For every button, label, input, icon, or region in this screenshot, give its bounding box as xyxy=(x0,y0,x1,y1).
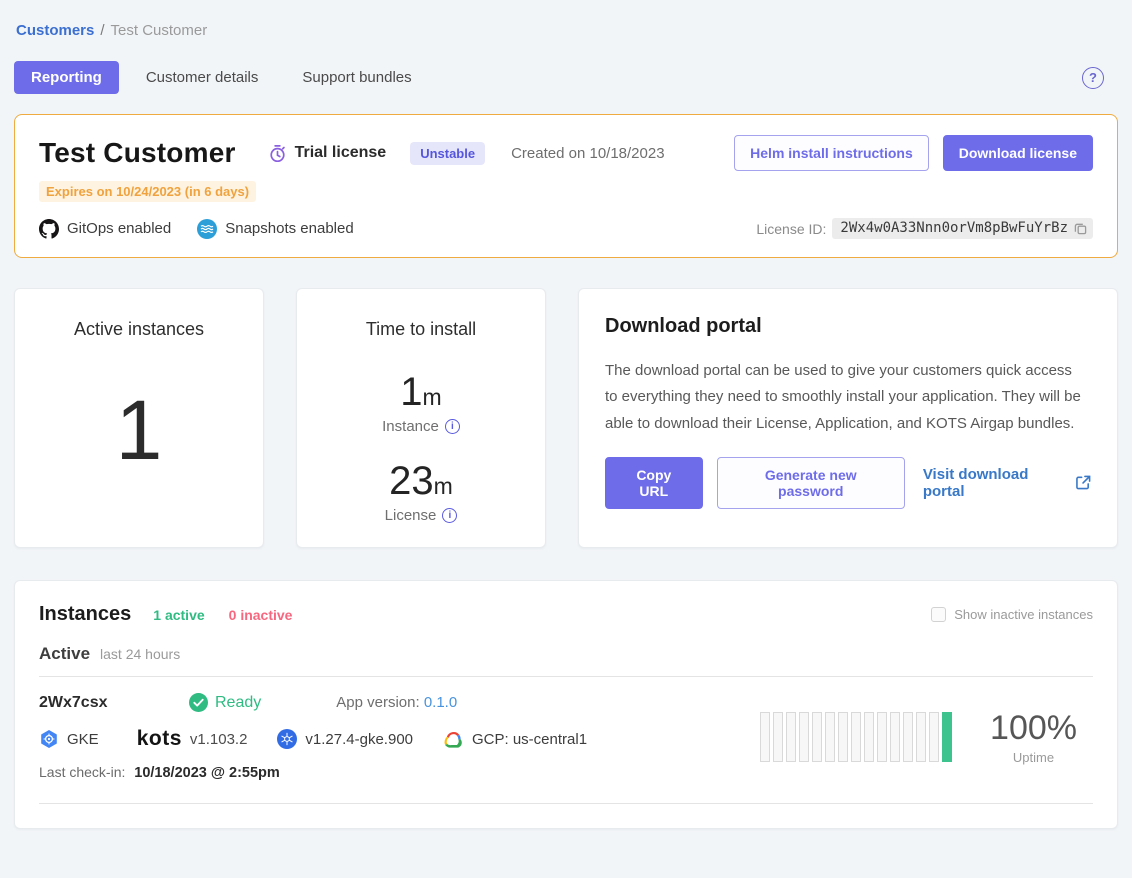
instance-status-label: Ready xyxy=(215,694,261,712)
license-install-label: License xyxy=(385,507,437,524)
uptime-bar-empty xyxy=(786,712,796,762)
ready-check-icon xyxy=(189,693,208,712)
uptime-bar-empty xyxy=(838,712,848,762)
instances-card: Instances 1 active 0 inactive Show inact… xyxy=(14,580,1118,829)
license-install-time: 23m xyxy=(297,461,545,501)
uptime-bar-empty xyxy=(890,712,900,762)
helm-install-instructions-button[interactable]: Helm install instructions xyxy=(734,135,929,171)
instance-install-time: 1m xyxy=(297,372,545,412)
uptime-bar-empty xyxy=(799,712,809,762)
show-inactive-checkbox[interactable] xyxy=(931,607,946,622)
generate-password-button[interactable]: Generate new password xyxy=(717,457,905,509)
snapshots-label: Snapshots enabled xyxy=(225,220,353,237)
k8s-version: v1.27.4-gke.900 xyxy=(305,731,413,748)
active-section-label: Active xyxy=(39,644,90,664)
tab-customer-details[interactable]: Customer details xyxy=(129,61,276,94)
license-id-value: 2Wx4w0A33Nnn0orVm8pBwFuYrBz xyxy=(840,220,1068,236)
trial-timer-icon xyxy=(268,144,287,163)
license-type-label: Trial license xyxy=(295,144,387,162)
active-instances-card: Active instances 1 xyxy=(14,288,264,548)
divider xyxy=(39,803,1093,804)
cloud-region: GCP: us-central1 xyxy=(472,731,587,748)
uptime-bar-empty xyxy=(825,712,835,762)
uptime-bar-empty xyxy=(916,712,926,762)
snapshots-icon xyxy=(197,219,217,239)
uptime-bar-empty xyxy=(903,712,913,762)
instance-row[interactable]: 2Wx7csx Ready App version: 0.1.0 xyxy=(39,677,1093,799)
cluster-type: GKE xyxy=(39,729,99,749)
copy-url-button[interactable]: Copy URL xyxy=(605,457,703,509)
time-to-install-title: Time to install xyxy=(297,319,545,340)
uptime-bar-empty xyxy=(773,712,783,762)
time-range-label: last 24 hours xyxy=(100,646,180,662)
download-portal-title: Download portal xyxy=(605,315,1091,338)
show-inactive-label: Show inactive instances xyxy=(954,607,1093,622)
uptime-percentage: 100% xyxy=(990,709,1077,748)
uptime-bar-empty xyxy=(877,712,887,762)
active-instances-value: 1 xyxy=(15,388,263,472)
tab-support-bundles[interactable]: Support bundles xyxy=(285,61,428,94)
last-checkin-label: Last check-in: xyxy=(39,764,125,780)
channel-badge: Unstable xyxy=(410,142,485,165)
tab-reporting[interactable]: Reporting xyxy=(14,61,119,94)
license-id-label: License ID: xyxy=(756,221,826,237)
instances-title: Instances xyxy=(39,603,131,626)
license-expiry-warning: Expires on 10/24/2023 (in 6 days) xyxy=(39,181,256,202)
github-icon xyxy=(39,219,59,239)
breadcrumb-customers-link[interactable]: Customers xyxy=(16,22,94,39)
instance-status: Ready xyxy=(189,693,261,712)
breadcrumb-separator: / xyxy=(100,22,104,39)
customer-name: Test Customer xyxy=(39,137,236,169)
kots-logo: kots xyxy=(137,727,182,751)
uptime-bar-empty xyxy=(851,712,861,762)
tab-bar: Reporting Customer details Support bundl… xyxy=(14,61,1118,94)
instance-id[interactable]: 2Wx7csx xyxy=(39,694,189,712)
time-to-install-card: Time to install 1m Instance i 23m Licens… xyxy=(296,288,546,548)
visit-download-portal-link[interactable]: Visit download portal xyxy=(923,466,1091,500)
help-icon[interactable]: ? xyxy=(1082,67,1104,89)
kots-version: v1.103.2 xyxy=(190,731,248,748)
uptime-bar-chart xyxy=(760,712,952,762)
license-type: Trial license xyxy=(268,144,387,163)
customer-reporting-page: Customers / Test Customer Reporting Custom… xyxy=(0,0,1132,878)
download-portal-description: The download portal can be used to give … xyxy=(605,358,1085,437)
created-date: Created on 10/18/2023 xyxy=(511,145,664,162)
uptime-bar-empty xyxy=(812,712,822,762)
uptime-bar-empty xyxy=(929,712,939,762)
download-portal-card: Download portal The download portal can … xyxy=(578,288,1118,548)
app-version-label: App version: xyxy=(336,694,419,711)
kubernetes-icon xyxy=(277,729,297,749)
customer-summary-card: Test Customer Trial license Unstable Cre… xyxy=(14,114,1118,258)
last-checkin-value: 10/18/2023 @ 2:55pm xyxy=(134,765,280,781)
active-instances-title: Active instances xyxy=(15,319,263,340)
instance-info-icon[interactable]: i xyxy=(445,419,460,434)
uptime-label: Uptime xyxy=(990,750,1077,765)
gke-icon xyxy=(39,729,59,749)
gitops-status: GitOps enabled xyxy=(39,219,171,239)
snapshots-status: Snapshots enabled xyxy=(197,219,353,239)
license-info-icon[interactable]: i xyxy=(442,508,457,523)
external-link-icon xyxy=(1076,475,1091,490)
instance-install-label: Instance xyxy=(382,418,439,435)
gitops-label: GitOps enabled xyxy=(67,220,171,237)
breadcrumb-current: Test Customer xyxy=(111,22,208,39)
app-version-value[interactable]: 0.1.0 xyxy=(424,694,457,711)
uptime-bar-empty xyxy=(864,712,874,762)
breadcrumb: Customers / Test Customer xyxy=(14,14,1118,39)
uptime-bar-empty xyxy=(760,712,770,762)
license-id-chip: 2Wx4w0A33Nnn0orVm8pBwFuYrBz xyxy=(832,218,1093,239)
download-license-button[interactable]: Download license xyxy=(943,135,1093,171)
uptime-bar-up xyxy=(942,712,952,762)
copy-icon[interactable] xyxy=(1074,222,1087,235)
active-count[interactable]: 1 active xyxy=(153,607,204,623)
inactive-count[interactable]: 0 inactive xyxy=(229,607,293,623)
gcp-cloud-icon xyxy=(443,731,464,748)
